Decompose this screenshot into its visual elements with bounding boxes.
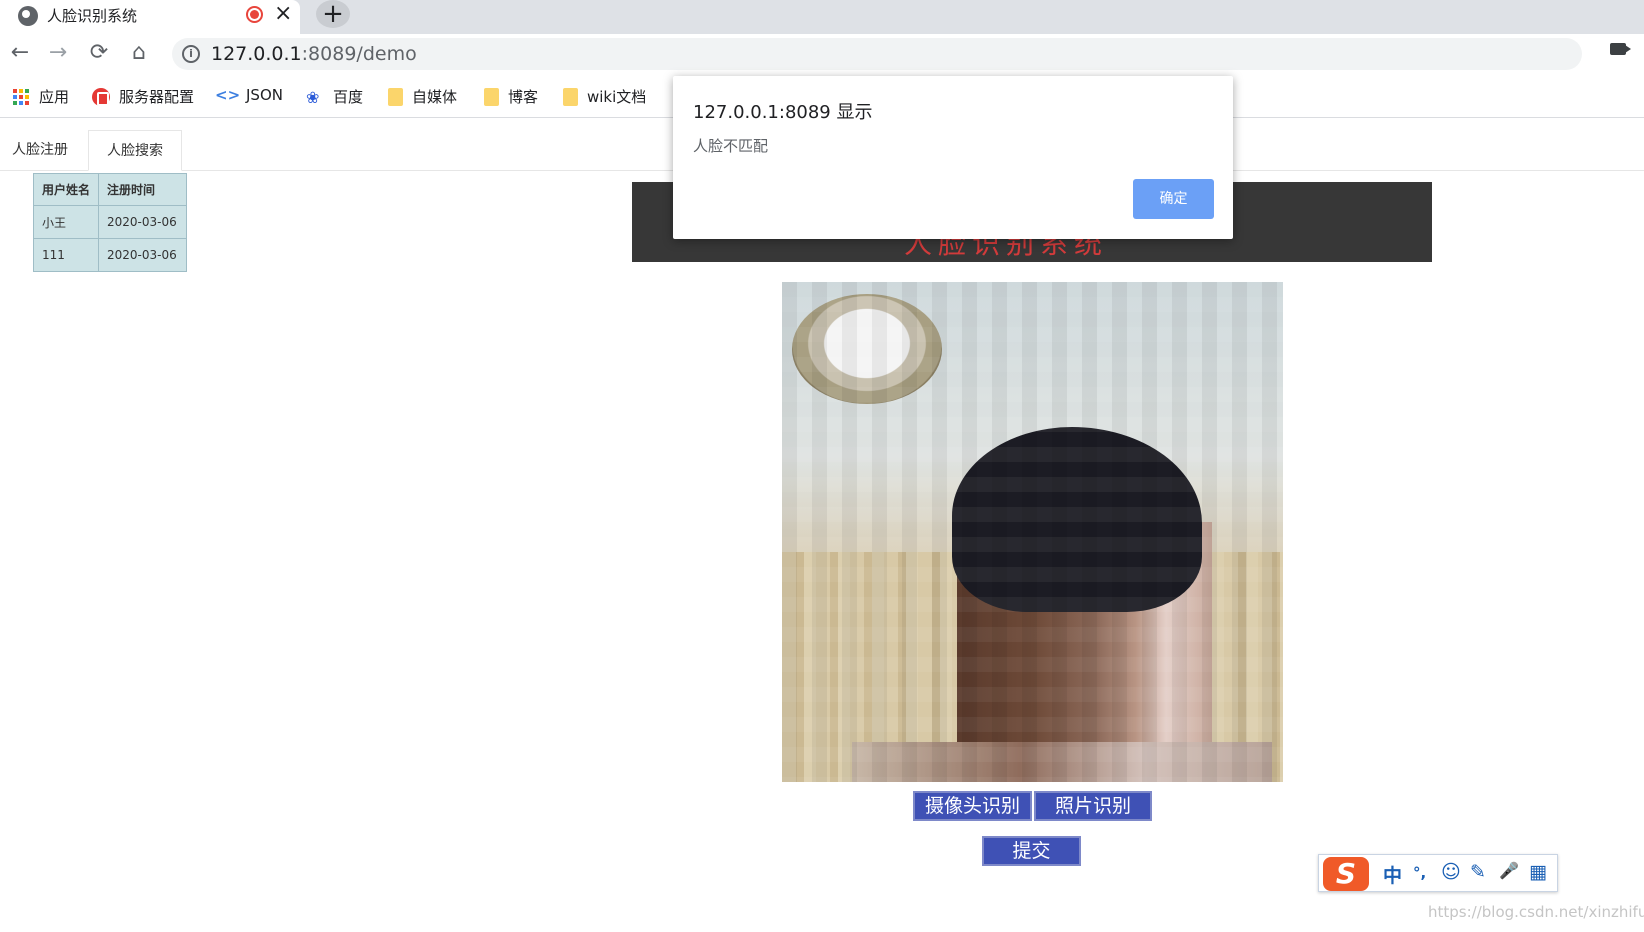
action-buttons: 摄像头识别 照片识别 xyxy=(0,791,1644,823)
site-info-icon[interactable]: i xyxy=(182,45,200,63)
users-table: 用户姓名 注册时间 小王 2020-03-06 111 2020-03-06 xyxy=(33,173,187,272)
browser-toolbar: ← → ⟳ ⌂ i 127.0.0.1:8089/demo xyxy=(0,34,1644,74)
sogou-logo-icon[interactable]: S xyxy=(1323,857,1369,891)
cell-name: 小王 xyxy=(33,205,99,239)
ime-handwriting-icon[interactable]: ✎ xyxy=(1470,861,1486,883)
folder-icon xyxy=(484,87,499,106)
submit-button[interactable]: 提交 xyxy=(982,836,1081,866)
tab-face-search[interactable]: 人脸搜索 xyxy=(88,130,182,171)
apps-grid-icon xyxy=(12,88,30,106)
url-host: 127.0.0.1 xyxy=(211,43,302,65)
address-bar[interactable]: i 127.0.0.1:8089/demo xyxy=(172,38,1582,70)
photo-recognize-button[interactable]: 照片识别 xyxy=(1034,791,1152,821)
tab-face-register[interactable]: 人脸注册 xyxy=(0,130,80,171)
ime-toolbar: S 中 °, ☺ ✎ 🎤 ▦ xyxy=(1318,854,1558,892)
reload-icon[interactable]: ⟳ xyxy=(86,40,112,66)
recording-indicator-icon xyxy=(246,6,263,23)
page-content: 人脸注册 人脸搜索 用户姓名 注册时间 小王 2020-03-06 111 20… xyxy=(0,119,1644,932)
browser-tab-strip: 人脸识别系统 × + xyxy=(0,0,1644,34)
bookmark-label: JSON xyxy=(246,86,283,104)
baidu-paw-icon: ❀ xyxy=(306,87,320,107)
bookmark-label: wiki文档 xyxy=(587,88,647,106)
ime-emoji-icon[interactable]: ☺ xyxy=(1441,861,1461,883)
bookmark-label: 百度 xyxy=(333,88,364,106)
new-tab-button[interactable]: + xyxy=(316,0,350,28)
column-header-name: 用户姓名 xyxy=(33,173,99,206)
globe-icon xyxy=(18,6,38,26)
table-row: 111 2020-03-06 xyxy=(33,238,187,272)
ime-voice-icon[interactable]: 🎤 xyxy=(1499,861,1519,880)
bookmark-blog[interactable]: 博客 xyxy=(484,86,538,107)
alert-title: 127.0.0.1:8089 显示 xyxy=(693,102,873,123)
bookmark-json[interactable]: <> JSON xyxy=(215,86,283,104)
alert-message: 人脸不匹配 xyxy=(693,137,769,155)
bookmark-label: 应用 xyxy=(39,88,70,106)
camera-capture-image xyxy=(782,282,1283,782)
cell-time: 2020-03-06 xyxy=(98,205,187,239)
code-brackets-icon: <> xyxy=(215,86,241,104)
camera-in-use-icon[interactable] xyxy=(1610,43,1631,55)
cell-time: 2020-03-06 xyxy=(98,238,187,272)
table-row: 小王 2020-03-06 xyxy=(33,205,187,239)
column-header-time: 注册时间 xyxy=(98,173,187,206)
server-icon xyxy=(92,87,110,106)
folder-icon xyxy=(563,87,578,106)
pixelation-overlay xyxy=(782,282,1283,782)
forward-arrow-icon[interactable]: → xyxy=(45,40,71,66)
camera-recognize-button[interactable]: 摄像头识别 xyxy=(913,791,1032,821)
ime-punctuation-icon[interactable]: °, xyxy=(1413,864,1426,882)
back-arrow-icon[interactable]: ← xyxy=(7,40,33,66)
bookmark-server-config[interactable]: 服务器配置 xyxy=(92,86,194,107)
bookmark-label: 自媒体 xyxy=(412,88,458,106)
alert-dialog: 127.0.0.1:8089 显示 人脸不匹配 确定 xyxy=(673,76,1233,239)
bookmark-label: 博客 xyxy=(508,88,539,106)
ime-toolbox-icon[interactable]: ▦ xyxy=(1529,861,1547,883)
close-tab-icon[interactable]: × xyxy=(274,1,292,27)
home-icon[interactable]: ⌂ xyxy=(126,40,152,66)
table-header-row: 用户姓名 注册时间 xyxy=(33,173,187,206)
bookmark-label: 服务器配置 xyxy=(119,88,195,106)
bookmark-zimeiti[interactable]: 自媒体 xyxy=(388,86,457,107)
bookmark-wiki[interactable]: wiki文档 xyxy=(563,86,646,107)
ime-chinese-mode[interactable]: 中 xyxy=(1383,861,1402,888)
folder-icon xyxy=(388,87,403,106)
bookmark-baidu[interactable]: ❀ 百度 xyxy=(306,86,363,107)
url-text: 127.0.0.1:8089/demo xyxy=(211,43,417,65)
bookmark-apps[interactable]: 应用 xyxy=(12,86,69,107)
cell-name: 111 xyxy=(33,238,99,272)
watermark-text: https://blog.csdn.net/xinzhifu1 xyxy=(1428,903,1644,921)
url-path: :8089/demo xyxy=(301,43,417,65)
browser-tab[interactable]: 人脸识别系统 × xyxy=(0,0,300,34)
tab-title: 人脸识别系统 xyxy=(47,7,138,25)
alert-ok-button[interactable]: 确定 xyxy=(1133,179,1214,219)
